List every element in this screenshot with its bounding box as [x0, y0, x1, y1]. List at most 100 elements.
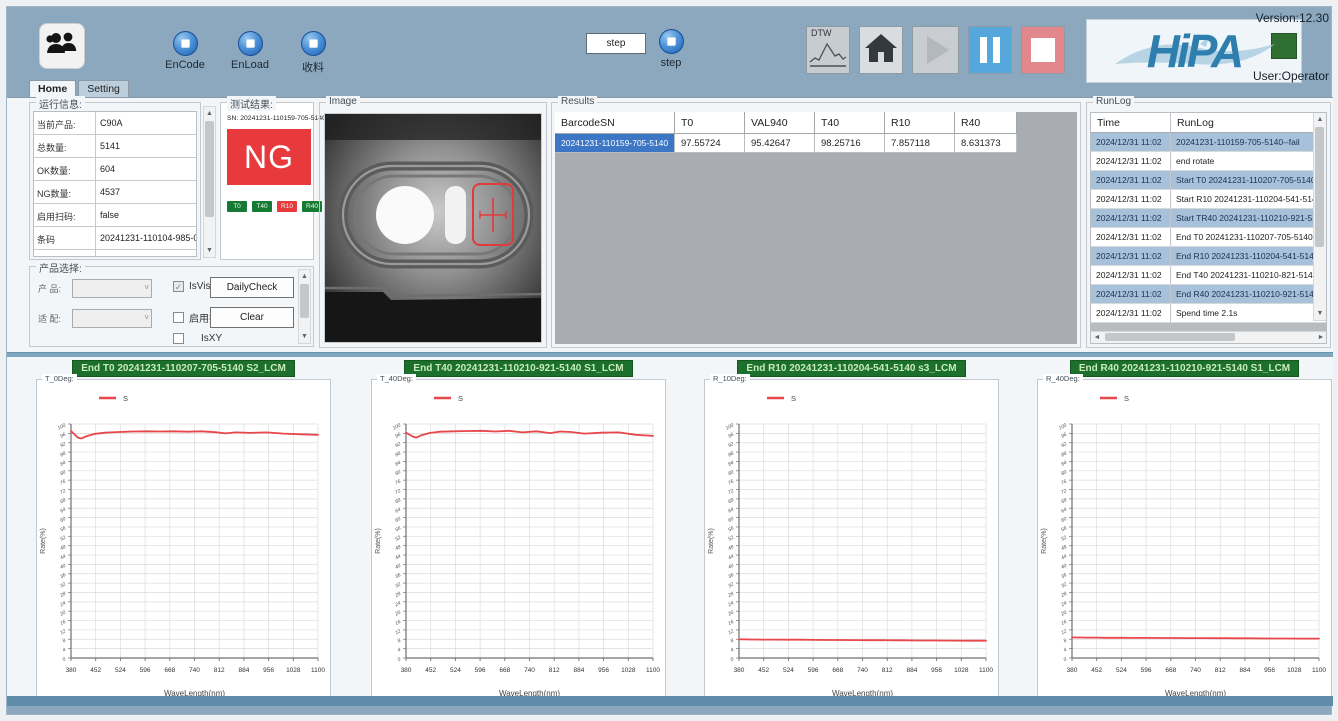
svg-text:36: 36 [1060, 572, 1068, 580]
results-column-header[interactable]: R10 [885, 112, 955, 134]
enload-icon [238, 31, 263, 56]
runlog-table: TimeRunLog2024/12/31 11:0220241231-11015… [1091, 113, 1326, 323]
runlog-row[interactable]: 2024/12/31 11:02end rotate [1091, 152, 1326, 171]
play-button[interactable] [912, 26, 959, 74]
svg-text:92: 92 [394, 441, 402, 449]
svg-text:20: 20 [393, 610, 402, 618]
runlog-row[interactable]: 2024/12/31 11:0220241231-110159-705-5140… [1091, 133, 1326, 152]
scroll-down-icon[interactable]: ▼ [204, 244, 215, 257]
result-badge-r10: R10 [277, 201, 297, 212]
runlog-hscrollbar[interactable]: ◄ ► [1091, 331, 1327, 343]
runlog-time-header[interactable]: Time [1091, 113, 1171, 132]
clear-button[interactable]: Clear [210, 307, 294, 328]
pause-button[interactable] [968, 26, 1012, 74]
adapt-dropdown[interactable]: ˅ [72, 309, 152, 328]
step-input[interactable] [586, 33, 646, 54]
results-data-row[interactable]: 20241231-110159-705-514097.5572495.42647… [555, 134, 1017, 153]
run-info-row[interactable]: 条码20241231-110104-985-0 [34, 227, 196, 250]
svg-text:452: 452 [758, 667, 769, 674]
results-column-header[interactable]: VAL940 [745, 112, 815, 134]
product-select-vscrollbar[interactable]: ▲ ▼ [298, 269, 311, 344]
svg-text:60: 60 [727, 516, 735, 524]
results-cell[interactable]: 7.857118 [885, 134, 955, 153]
scroll-right-icon[interactable]: ► [1315, 332, 1327, 343]
runlog-row[interactable]: 2024/12/31 11:02End T40 20241231-110210-… [1091, 266, 1326, 285]
results-column-header[interactable]: R40 [955, 112, 1017, 134]
isxy-checkbox[interactable] [173, 333, 184, 344]
results-column-header[interactable]: T0 [675, 112, 745, 134]
svg-text:596: 596 [808, 667, 819, 674]
svg-text:1028: 1028 [621, 667, 636, 674]
runlog-row[interactable]: 2024/12/31 11:02Start TR40 20241231-1102… [1091, 209, 1326, 228]
runlog-row[interactable]: 2024/12/31 11:02End R10 20241231-110204-… [1091, 247, 1326, 266]
svg-text:1100: 1100 [1312, 667, 1326, 674]
svg-text:956: 956 [931, 667, 942, 674]
run-info-row[interactable]: 启用扫码:false [34, 204, 196, 227]
runlog-vscrollbar[interactable]: ▲ ▼ [1313, 113, 1326, 321]
scan-enable-checkbox[interactable] [173, 312, 184, 323]
runlog-row[interactable]: 2024/12/31 11:02Start R10 20241231-11020… [1091, 190, 1326, 209]
svg-text:812: 812 [549, 667, 560, 674]
tab-setting[interactable]: Setting [78, 80, 129, 98]
svg-text:20: 20 [1059, 610, 1068, 618]
runlog-row[interactable]: 2024/12/31 11:02Spend time 2.1s [1091, 304, 1326, 323]
run-info-row[interactable]: 当前产品:C90A [34, 112, 196, 135]
chart-column: End R10 20241231-110204-541-5140 s3_LCMR… [704, 360, 999, 377]
svg-text:0: 0 [730, 656, 735, 663]
run-info-row[interactable]: NG数量:4537 [34, 181, 196, 204]
results-cell[interactable]: 20241231-110159-705-5140 [555, 134, 675, 153]
chart-title-badge: End T0 20241231-110207-705-5140 S2_LCM [72, 360, 295, 377]
scroll-left-icon[interactable]: ◄ [1091, 332, 1103, 343]
svg-text:64: 64 [727, 507, 735, 515]
runlog-header-row: TimeRunLog [1091, 113, 1326, 133]
enload-button[interactable]: EnLoad [218, 31, 282, 71]
runlog-row[interactable]: 2024/12/31 11:02End R40 20241231-110210-… [1091, 285, 1326, 304]
svg-text:452: 452 [90, 667, 101, 674]
dtw-button[interactable]: DTW [806, 26, 850, 74]
dailycheck-button[interactable]: DailyCheck [210, 277, 294, 298]
sn-line: SN: 20241231-110159-705-5140 [227, 115, 326, 122]
svg-text:4: 4 [1063, 647, 1068, 654]
svg-text:60: 60 [59, 516, 67, 524]
scroll-up-icon[interactable]: ▲ [1314, 113, 1326, 126]
runlog-row[interactable]: 2024/12/31 11:02End T0 20241231-110207-7… [1091, 228, 1326, 247]
scroll-down-icon[interactable]: ▼ [299, 330, 310, 343]
results-cell[interactable]: 95.42647 [745, 134, 815, 153]
svg-text:80: 80 [59, 469, 67, 477]
run-info-row[interactable]: OK数量:604 [34, 158, 196, 181]
home-button[interactable] [859, 26, 903, 74]
svg-text:92: 92 [1060, 441, 1068, 449]
results-cell[interactable]: 97.55724 [675, 134, 745, 153]
scroll-down-icon[interactable]: ▼ [1314, 307, 1326, 320]
run-info-vscrollbar[interactable]: ▲ ▼ [203, 106, 216, 258]
results-column-header[interactable]: BarcodeSN [555, 112, 675, 134]
runlog-text-cell: End T40 20241231-110210-821-5140 S [1171, 266, 1326, 284]
section-splitter[interactable] [7, 352, 1333, 357]
runlog-row[interactable]: 2024/12/31 11:02Start T0 20241231-110207… [1091, 171, 1326, 190]
results-cell[interactable]: 8.631373 [955, 134, 1017, 153]
svg-text:0: 0 [1063, 656, 1068, 663]
enload-label: EnLoad [218, 59, 282, 71]
isvision-checkbox[interactable]: ✓ [173, 281, 184, 292]
svg-text:740: 740 [1190, 667, 1201, 674]
svg-text:884: 884 [238, 667, 249, 674]
svg-text:52: 52 [59, 535, 67, 543]
stop-button[interactable] [1021, 26, 1065, 74]
scroll-up-icon[interactable]: ▲ [299, 270, 310, 283]
svg-text:32: 32 [394, 581, 402, 589]
runlog-time-cell: 2024/12/31 11:02 [1091, 285, 1171, 303]
run-info-row[interactable]: 总数量:5141 [34, 135, 196, 158]
unload-button[interactable]: 收料 [281, 31, 345, 75]
step-button[interactable]: step [647, 29, 695, 69]
runlog-log-header[interactable]: RunLog [1171, 113, 1326, 132]
product-dropdown[interactable]: ˅ [72, 279, 152, 298]
results-column-header[interactable]: T40 [815, 112, 885, 134]
run-info-row-label: OK数量: [34, 158, 96, 180]
scroll-up-icon[interactable]: ▲ [204, 107, 215, 120]
run-info-row-value [96, 250, 196, 257]
encode-button[interactable]: EnCode [153, 31, 217, 71]
results-cell[interactable]: 98.25716 [815, 134, 885, 153]
user-button[interactable] [39, 23, 85, 69]
svg-text:956: 956 [598, 667, 609, 674]
svg-text:740: 740 [189, 667, 200, 674]
